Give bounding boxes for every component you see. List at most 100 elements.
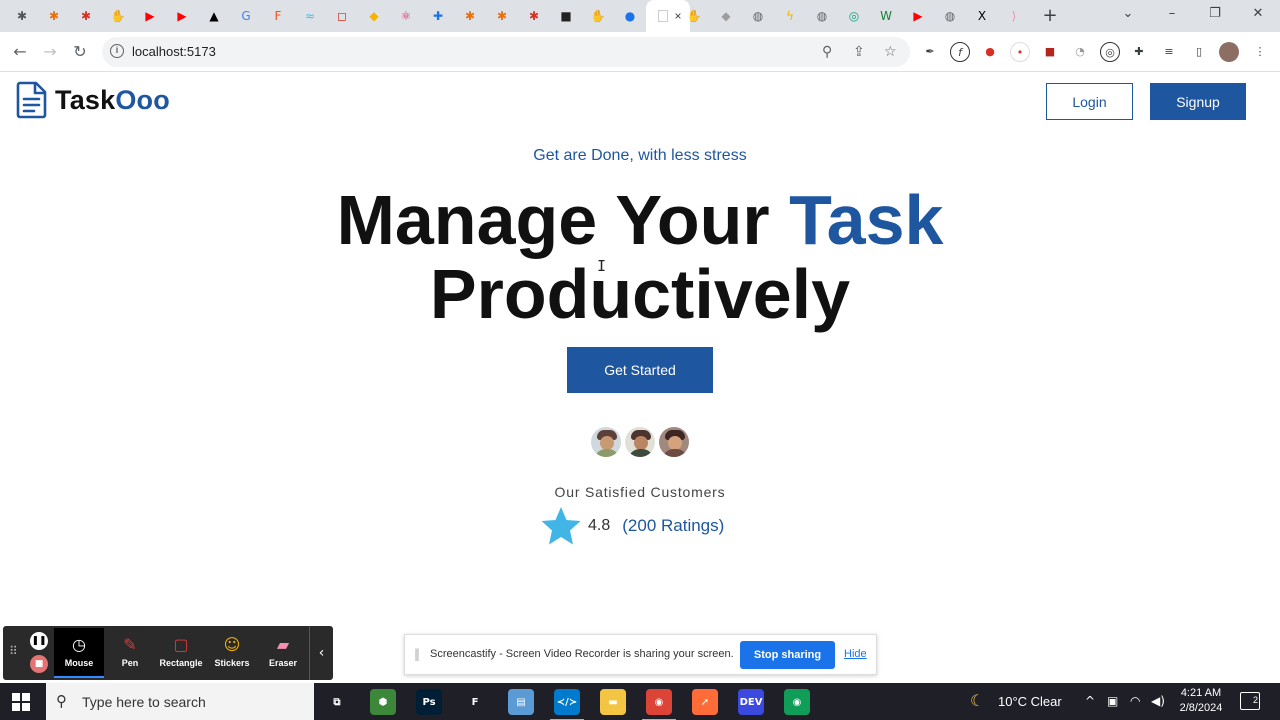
tool-pen[interactable]: ✎ Pen [105,628,155,678]
browser-tab[interactable]: ⟩ [1002,4,1026,28]
browser-tab[interactable]: ✋ [586,4,610,28]
file-explorer-icon[interactable]: ▬ [600,689,626,715]
figma-icon[interactable]: F [462,689,488,715]
bookmark-star-icon[interactable]: ☆ [884,44,897,60]
search-placeholder[interactable]: Type here to search [82,694,206,710]
site-info-icon[interactable]: i [110,44,124,58]
browser-tab[interactable]: ▶ [170,4,194,28]
mouse-icon: ◷ [72,635,86,654]
chrome-icon[interactable]: ◉ [642,689,676,720]
browser-tab[interactable]: ϟ [778,4,802,28]
notification-icon[interactable]: 2 [1240,692,1260,710]
browser-tab[interactable]: F [266,4,290,28]
browser-tab[interactable]: ✱ [458,4,482,28]
drag-handle-icon[interactable]: ⠿ [9,644,18,658]
browser-tab[interactable]: G [234,4,258,28]
forward-icon[interactable]: → [40,42,60,62]
brand-logo[interactable]: TaskOoo [16,81,170,119]
weather-text[interactable]: 10°C Clear [998,694,1062,709]
tool-rectangle[interactable]: ▢ Rectangle [156,628,206,678]
browser-tab[interactable]: X [970,4,994,28]
extensions-puzzle-icon[interactable]: ✚ [1129,42,1149,62]
windows-start-icon[interactable] [12,693,30,711]
browser-tab[interactable]: ◎ [842,4,866,28]
customers-label: Our Satisfied Customers [554,484,726,500]
browser-tab[interactable]: ▲ [202,4,226,28]
close-tab-icon[interactable]: × [674,9,681,23]
photoshop-icon[interactable]: Ps [416,689,442,715]
font-extension-icon[interactable]: f [950,42,970,62]
chrome-profile-icon[interactable]: ◉ [784,689,810,715]
browser-tab[interactable]: ≈ [298,4,322,28]
stop-sharing-button[interactable]: Stop sharing [740,641,835,669]
stop-record-icon[interactable]: ■ [30,655,48,673]
url-text[interactable]: localhost:5173 [132,44,216,59]
back-icon[interactable]: ← [10,42,30,62]
share-icon[interactable]: ⇪ [853,44,865,60]
task-view-icon[interactable]: ⧉ [324,689,350,715]
browser-tab[interactable]: ◍ [746,4,770,28]
close-window-icon[interactable]: ✕ [1248,6,1268,21]
circle-extension-icon[interactable]: ◎ [1100,42,1120,62]
browser-tab[interactable]: ■ [554,4,578,28]
browser-tab[interactable]: ● [618,4,642,28]
dev-icon[interactable]: DEV [738,689,764,715]
face-extension-icon[interactable]: ◔ [1070,42,1090,62]
minimize-icon[interactable]: – [1162,6,1182,21]
record-extension-icon[interactable]: • [1010,42,1030,62]
browser-tab[interactable]: ◆ [362,4,386,28]
tray-chevron-icon[interactable]: ^ [1085,694,1095,708]
side-panel-icon[interactable]: ▯ [1189,42,1209,62]
drag-handle-icon[interactable]: ‖ [414,647,420,661]
browser-tab[interactable]: ✋ [682,4,706,28]
address-bar[interactable]: i localhost:5173 ⚲ ⇪ ☆ [102,37,910,67]
weather-moon-icon[interactable]: ☾ [970,691,984,710]
browser-tab[interactable]: ✱ [74,4,98,28]
browser-tab[interactable]: ◻ [330,4,354,28]
browser-tab[interactable]: ✚ [426,4,450,28]
reading-list-icon[interactable]: ≡ [1159,42,1179,62]
square-logo-icon: ◻ [337,9,347,23]
notes-icon[interactable]: ▤ [508,689,534,715]
tool-eraser[interactable]: ▰ Eraser [258,628,308,678]
new-tab-button[interactable]: + [1040,6,1060,26]
volume-icon[interactable]: ◀) [1151,694,1165,708]
browser-tab[interactable]: ▶ [906,4,930,28]
pause-icon[interactable]: ❚❚ [30,632,48,650]
menu-kebab-icon[interactable]: ⋮ [1250,42,1270,62]
tool-mouse[interactable]: ◷ Mouse [54,628,104,678]
reload-icon[interactable]: ↻ [70,42,90,62]
rating-count[interactable]: (200 Ratings) [622,516,724,536]
hide-link[interactable]: Hide [844,648,867,660]
eyedropper-extension-icon[interactable]: ✒ [920,42,940,62]
browser-tab[interactable]: ◍ [810,4,834,28]
browser-tab[interactable]: ✱ [10,4,34,28]
browser-tab[interactable]: ◍ [938,4,962,28]
browser-tab[interactable]: ✱ [490,4,514,28]
browser-tab[interactable]: ◆ [714,4,738,28]
collapse-toolbar-icon[interactable]: ‹ [309,626,333,680]
browser-tab[interactable]: ✋ [106,4,130,28]
taskbar-search[interactable]: ⚲ Type here to search [46,683,314,720]
dropdown-icon[interactable]: ⌄ [1118,6,1138,21]
get-started-button[interactable]: Get Started [567,347,713,393]
node-icon[interactable]: ⬢ [370,689,396,715]
wifi-icon[interactable]: ◠ [1130,694,1140,708]
browser-tab[interactable]: ✱ [42,4,66,28]
browser-tab[interactable]: ▶ [138,4,162,28]
browser-tab[interactable]: W [874,4,898,28]
restore-icon[interactable]: ❐ [1205,6,1225,21]
login-button[interactable]: Login [1046,83,1133,120]
system-clock[interactable]: 4:21 AM 2/8/2024 [1176,686,1226,716]
browser-tab[interactable]: ✱ [522,4,546,28]
zoom-icon[interactable]: ⚲ [822,44,832,60]
browser-tab[interactable]: ⚛ [394,4,418,28]
profile-avatar[interactable] [1219,42,1239,62]
tool-stickers[interactable]: ☺ Stickers [207,628,257,678]
signup-button[interactable]: Signup [1150,83,1246,120]
meet-icon[interactable]: ▣ [1107,694,1118,708]
red-extension-icon[interactable]: ● [980,42,1000,62]
red-square-extension-icon[interactable]: ■ [1040,42,1060,62]
postman-icon[interactable]: ➚ [692,689,718,715]
vscode-icon[interactable]: ≺/≻ [550,689,584,720]
